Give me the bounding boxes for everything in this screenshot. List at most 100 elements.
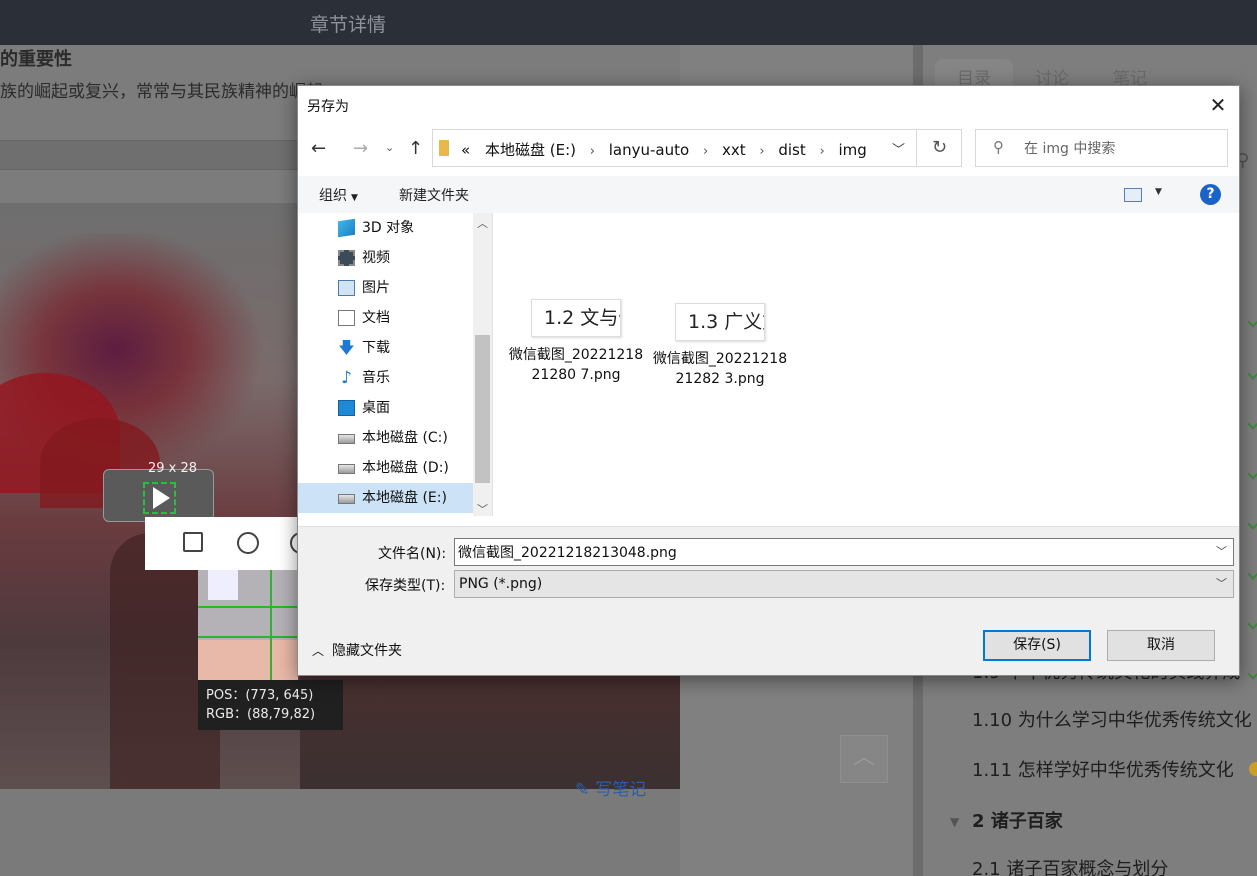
organize-button[interactable]: 组织 ▼ <box>319 185 358 205</box>
nav-scrollbar[interactable]: ︿ ﹀ <box>473 213 492 516</box>
breadcrumb-item[interactable]: 本地磁盘 (E:) <box>485 141 576 159</box>
nav-item-videos[interactable]: 视频 <box>298 243 473 273</box>
hide-folders-toggle[interactable]: ︿ 隐藏文件夹 <box>312 640 402 660</box>
nav-item-music[interactable]: ♪ 音乐 <box>298 363 473 393</box>
nav-item-pictures[interactable]: 图片 <box>298 273 473 303</box>
nav-item-desktop[interactable]: 桌面 <box>298 393 473 423</box>
section-paragraph: 族的崛起或复兴，常常与其民族精神的崛起 <box>0 82 323 102</box>
breadcrumb-item[interactable]: lanyu-auto <box>609 141 689 159</box>
sidebar-chapter[interactable]: ▼ 2 诸子百家 <box>923 797 1257 847</box>
scroll-to-top-button[interactable]: ︿ <box>840 735 888 783</box>
nav-item-drive-c[interactable]: 本地磁盘 (C:) <box>298 423 473 453</box>
ellipse-tool-icon[interactable] <box>237 532 259 554</box>
chevron-down-icon[interactable]: ﹀ <box>1216 543 1227 559</box>
nav-item-label: 下载 <box>362 340 390 356</box>
nav-item-documents[interactable]: 文档 <box>298 303 473 333</box>
rectangle-tool-icon[interactable] <box>183 532 203 552</box>
caret-down-icon: ▼ <box>950 815 960 829</box>
nav-item-label: 文档 <box>362 310 390 326</box>
dialog-title: 另存为 <box>307 99 349 115</box>
file-name: 微信截图_2022121821280 7.png <box>508 347 644 383</box>
check-icon <box>1247 518 1257 530</box>
nav-item-drive-e[interactable]: 本地磁盘 (E:) <box>298 483 473 513</box>
chevron-up-icon: ︿ <box>312 644 325 658</box>
sidebar-item-label: 1.10 为什么学习中华优秀传统文化 <box>972 710 1252 731</box>
magnifier-pixel <box>198 640 298 680</box>
close-icon[interactable]: ✕ <box>1205 92 1231 118</box>
file-type-select[interactable]: PNG (*.png) ﹀ <box>454 570 1234 598</box>
recent-locations-chevron-icon[interactable]: ⌄ <box>385 141 394 154</box>
breadcrumb-item[interactable]: xxt <box>722 141 746 159</box>
write-note-label: 写笔记 <box>595 780 647 800</box>
sidebar-item[interactable]: 1.10 为什么学习中华优秀传统文化 <box>923 696 1257 746</box>
video-icon <box>338 250 355 266</box>
forward-arrow-icon[interactable]: → <box>353 138 368 159</box>
breadcrumb-item[interactable]: img <box>839 141 867 159</box>
chevron-down-icon: ﹀ <box>1216 577 1227 590</box>
breadcrumb-overflow[interactable]: « <box>461 141 470 159</box>
sidebar-chapter-label: 2 诸子百家 <box>972 811 1063 832</box>
file-list: 1.2 文与化 微信截图_2022121821280 7.png 1.3 广义文… <box>494 213 1239 526</box>
up-arrow-icon[interactable]: ↑ <box>408 138 423 159</box>
refresh-button[interactable]: ↻ <box>918 129 962 167</box>
write-note-button[interactable]: ✎ 写笔记 <box>575 775 646 800</box>
drive-icon <box>338 464 355 474</box>
nav-item-label: 本地磁盘 (C:) <box>362 430 448 446</box>
address-bar[interactable]: « 本地磁盘 (E:) › lanyu-auto › xxt › dist › … <box>432 129 917 167</box>
back-arrow-icon[interactable]: ← <box>311 138 326 159</box>
sidebar-item[interactable]: 1.11 怎样学好中华优秀传统文化 <box>923 746 1257 796</box>
save-as-dialog: 另存为 ✕ ← → ⌄ ↑ « 本地磁盘 (E:) › lanyu-auto ›… <box>297 85 1240 676</box>
search-box[interactable]: ⚲ <box>975 129 1228 167</box>
new-folder-button[interactable]: 新建文件夹 <box>399 185 469 205</box>
nav-item-label: 本地磁盘 (D:) <box>362 460 449 476</box>
magnifier-crosshair <box>198 606 298 608</box>
snip-selection[interactable] <box>143 482 176 514</box>
selection-size-label: 29 x 28 <box>148 461 198 476</box>
magnifier-pixel <box>208 570 238 600</box>
check-icon <box>1247 568 1257 580</box>
file-item[interactable]: 1.3 广义文 微信截图_2022121821282 3.png <box>650 303 790 389</box>
file-name-input[interactable] <box>458 542 1198 562</box>
progress-dot-icon <box>1249 762 1257 776</box>
top-bar: 章节详情 <box>0 0 1257 45</box>
section-heading: 的重要性 <box>0 49 72 70</box>
nav-item-downloads[interactable]: 🡇 下载 <box>298 333 473 363</box>
caret-down-icon[interactable]: ▼ <box>1155 187 1162 197</box>
file-name-label: 文件名(N): <box>378 546 447 562</box>
scrollbar-thumb[interactable] <box>475 335 490 483</box>
organize-label: 组织 <box>319 188 347 204</box>
breadcrumb-item[interactable]: dist <box>778 141 805 159</box>
rgb-readout: RGB：(88,79,82) <box>206 707 316 722</box>
scroll-up-icon[interactable]: ︿ <box>477 215 488 231</box>
file-thumbnail: 1.3 广义文 <box>675 303 765 341</box>
hide-folders-label: 隐藏文件夹 <box>332 643 403 659</box>
chevron-right-icon[interactable]: › <box>703 144 708 159</box>
view-options-icon[interactable] <box>1124 188 1142 202</box>
pixel-magnifier <box>198 570 298 680</box>
check-icon <box>1247 618 1257 630</box>
file-type-value: PNG (*.png) <box>459 576 543 592</box>
nav-item-label: 视频 <box>362 250 390 266</box>
chevron-right-icon[interactable]: › <box>759 144 764 159</box>
magnifier-crosshair <box>270 570 272 680</box>
nav-item-drive-d[interactable]: 本地磁盘 (D:) <box>298 453 473 483</box>
documents-icon <box>338 310 355 326</box>
drive-icon <box>338 434 355 444</box>
page-title: 章节详情 <box>310 14 387 36</box>
chevron-right-icon[interactable]: › <box>820 144 825 159</box>
sidebar-item[interactable]: 2.1 诸子百家概念与划分 <box>923 845 1257 876</box>
chevron-down-icon[interactable]: ﹀ <box>892 139 905 158</box>
pos-readout: POS：(773, 645) <box>206 688 314 703</box>
help-icon[interactable]: ? <box>1200 184 1221 205</box>
play-icon <box>153 487 170 509</box>
magnifier-crosshair <box>198 636 298 638</box>
file-item[interactable]: 1.2 文与化 微信截图_2022121821280 7.png <box>506 299 646 385</box>
nav-item-3d-objects[interactable]: 3D 对象 <box>298 213 473 243</box>
scroll-down-icon[interactable]: ﹀ <box>477 501 488 516</box>
search-input[interactable] <box>1024 138 1219 160</box>
file-name-field[interactable]: ﹀ <box>454 538 1234 566</box>
save-button[interactable]: 保存(S) <box>983 630 1091 661</box>
chevron-right-icon[interactable]: › <box>590 144 595 159</box>
check-icon <box>1247 418 1257 430</box>
cancel-button[interactable]: 取消 <box>1107 630 1215 661</box>
